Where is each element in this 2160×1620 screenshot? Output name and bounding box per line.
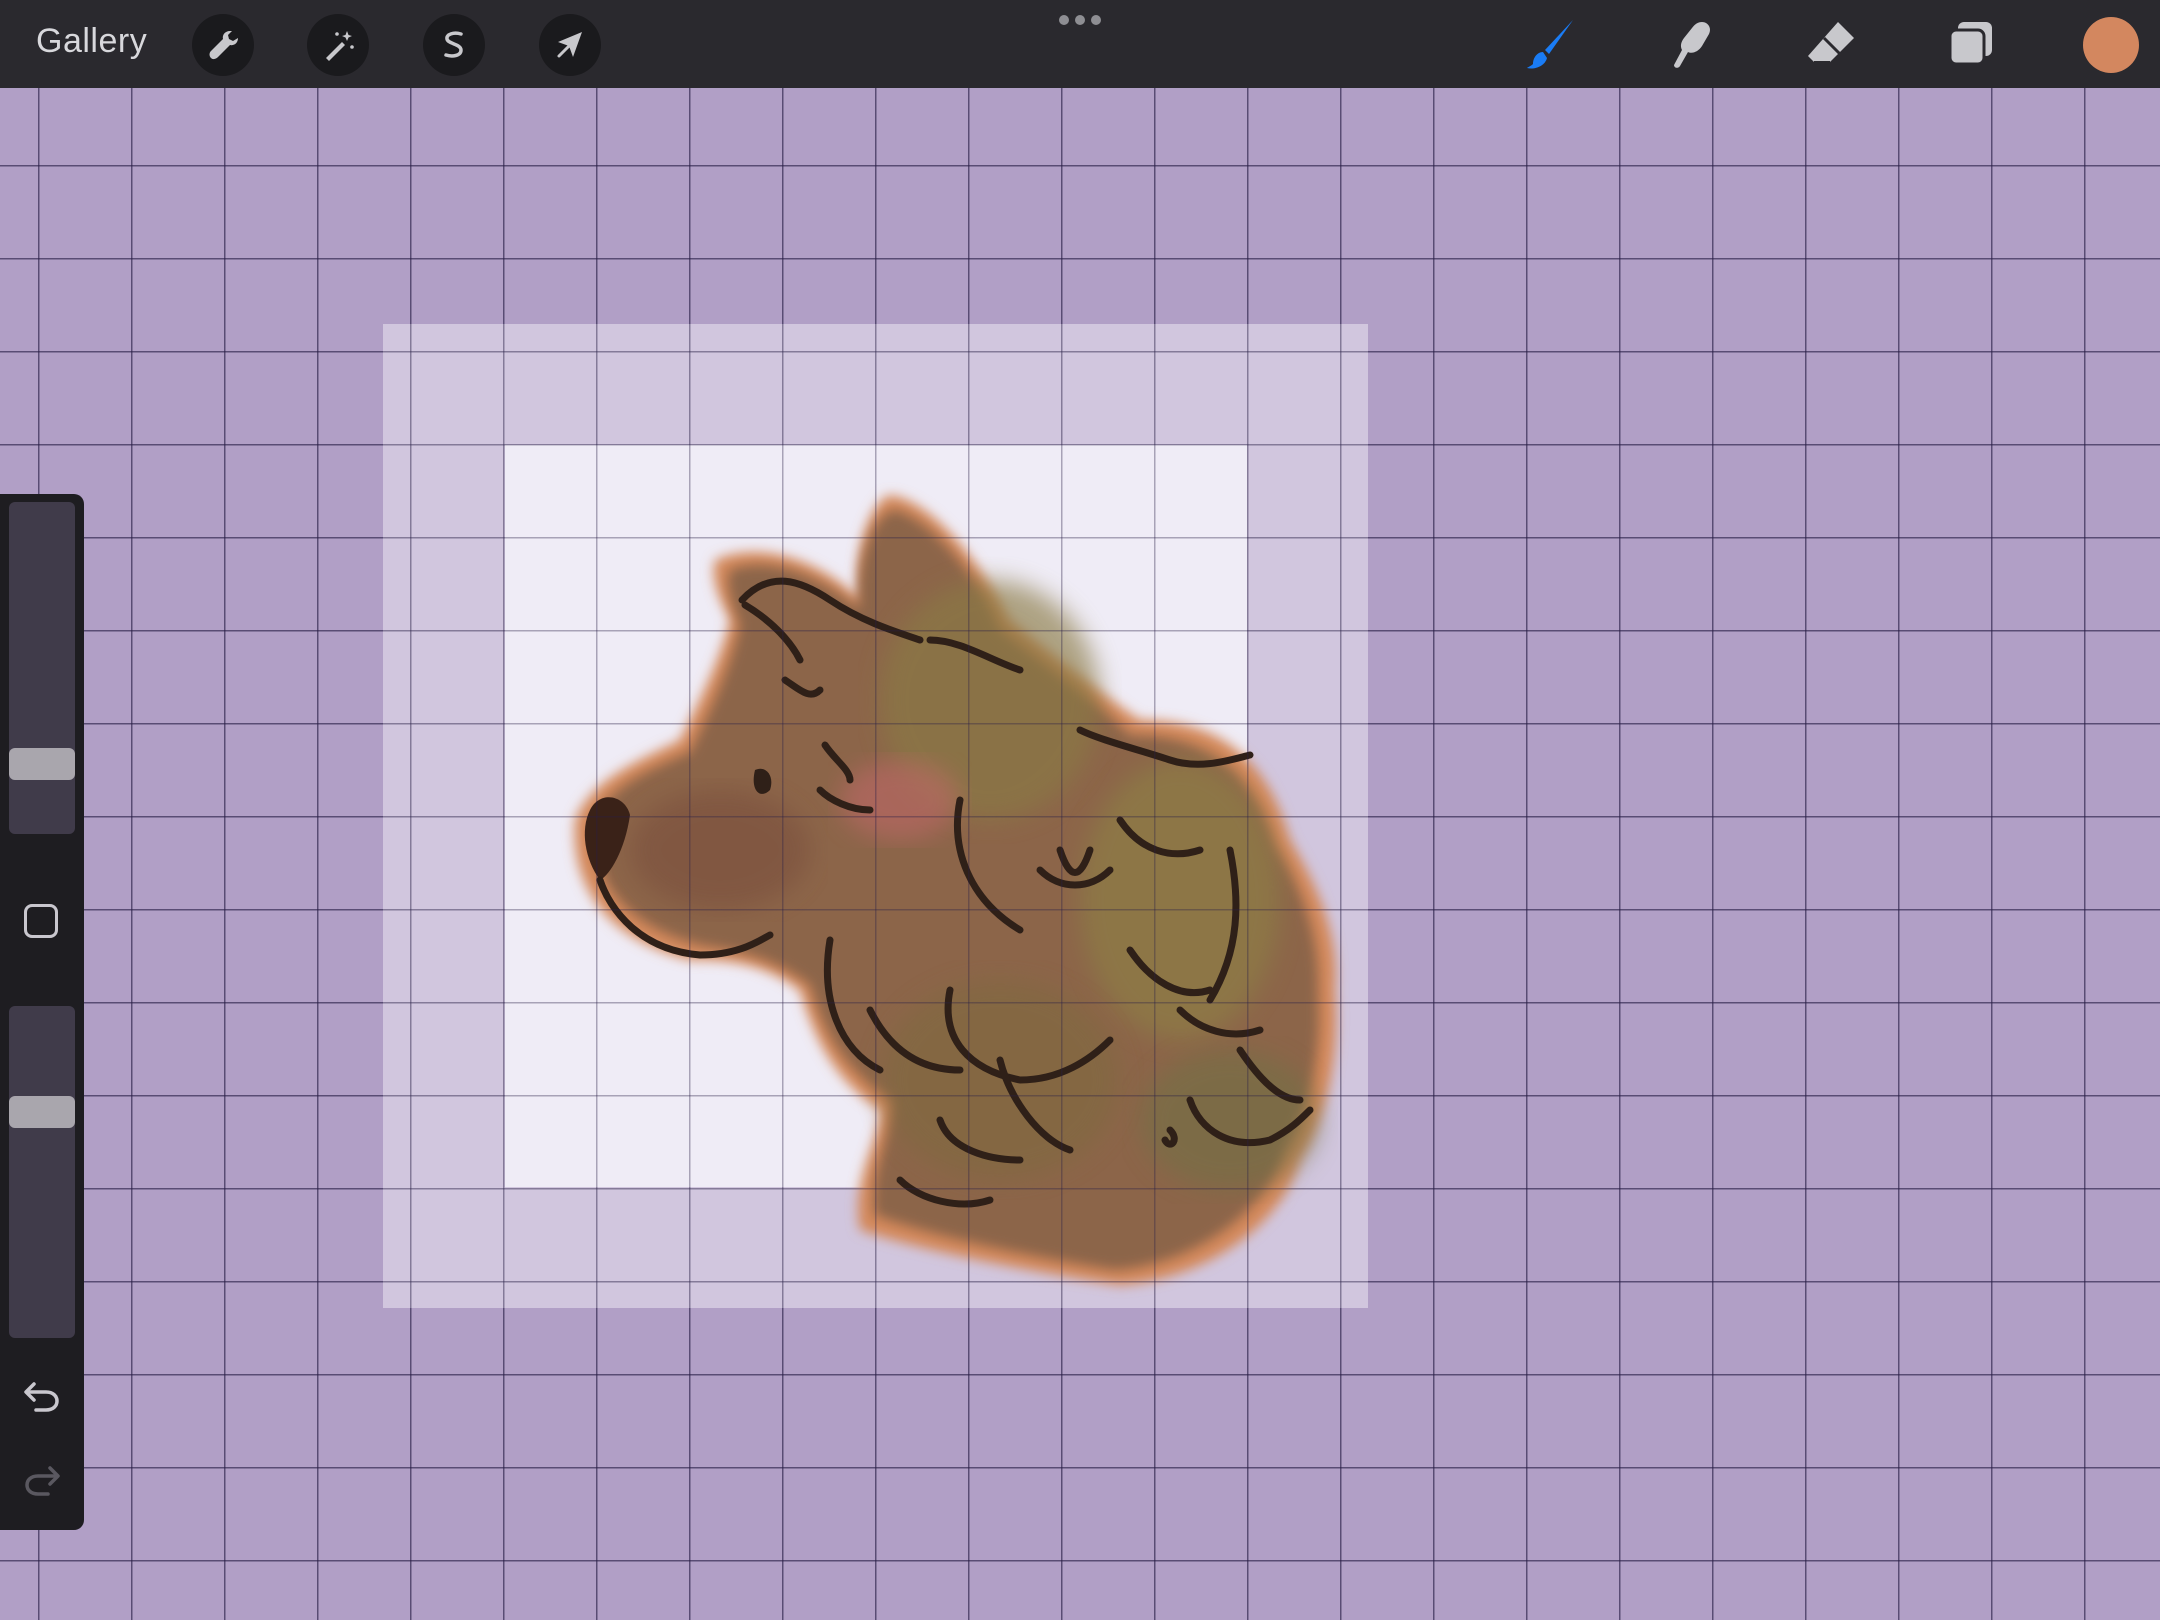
modify-button[interactable] [24, 904, 58, 938]
transform-button[interactable] [539, 14, 601, 76]
layers-button[interactable] [1940, 14, 2002, 76]
redo-icon[interactable] [20, 1458, 64, 1502]
smudge-finger-icon [1674, 22, 1711, 68]
brush-opacity-slider[interactable] [9, 1006, 75, 1338]
artwork-shade-5 [1140, 1050, 1320, 1190]
arrow-cursor-icon [557, 32, 582, 58]
smudge-button[interactable] [1660, 14, 1722, 76]
side-toolbar [0, 494, 84, 1530]
brush-size-slider[interactable] [9, 502, 75, 834]
layers-icon [1948, 22, 1992, 66]
selection-s-icon [444, 31, 463, 58]
artwork-shade-6 [630, 790, 810, 910]
artwork-shade-4 [840, 760, 960, 840]
eraser-button[interactable] [1800, 14, 1862, 76]
adjustments-button[interactable] [307, 14, 369, 76]
selection-button[interactable] [423, 14, 485, 76]
gallery-button[interactable]: Gallery [36, 22, 147, 61]
undo-icon[interactable] [20, 1374, 64, 1418]
magic-wand-icon [326, 31, 354, 61]
wrench-icon [209, 31, 238, 60]
brush-size-handle[interactable] [9, 748, 75, 780]
actions-button[interactable] [192, 14, 254, 76]
artwork-shade-3 [880, 980, 1120, 1180]
more-options-handle[interactable] [1058, 14, 1102, 26]
top-toolbar: Gallery [0, 0, 2160, 88]
artwork-shade-2 [1080, 760, 1280, 1040]
color-picker-button[interactable] [2083, 17, 2139, 73]
eraser-icon [1808, 22, 1854, 63]
brush-button[interactable] [1521, 14, 1583, 76]
dog-artwork [574, 495, 1337, 1285]
brush-icon [1527, 20, 1573, 69]
brush-opacity-handle[interactable] [9, 1096, 75, 1128]
